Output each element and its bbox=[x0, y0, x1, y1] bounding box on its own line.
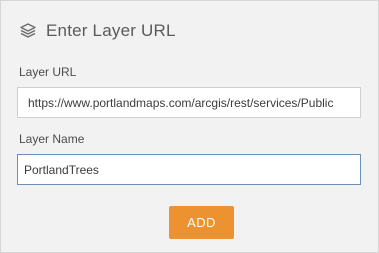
layer-url-label: Layer URL bbox=[19, 65, 77, 79]
panel-header: Enter Layer URL bbox=[18, 18, 176, 44]
add-button[interactable]: ADD bbox=[169, 206, 234, 239]
layer-name-label: Layer Name bbox=[19, 132, 85, 146]
layer-url-input[interactable] bbox=[17, 87, 361, 118]
panel-title: Enter Layer URL bbox=[46, 21, 176, 40]
add-layer-panel: Enter Layer URL Layer URL Layer Name ADD bbox=[0, 0, 379, 253]
layer-name-input[interactable] bbox=[17, 154, 361, 185]
layers-icon bbox=[18, 21, 38, 41]
